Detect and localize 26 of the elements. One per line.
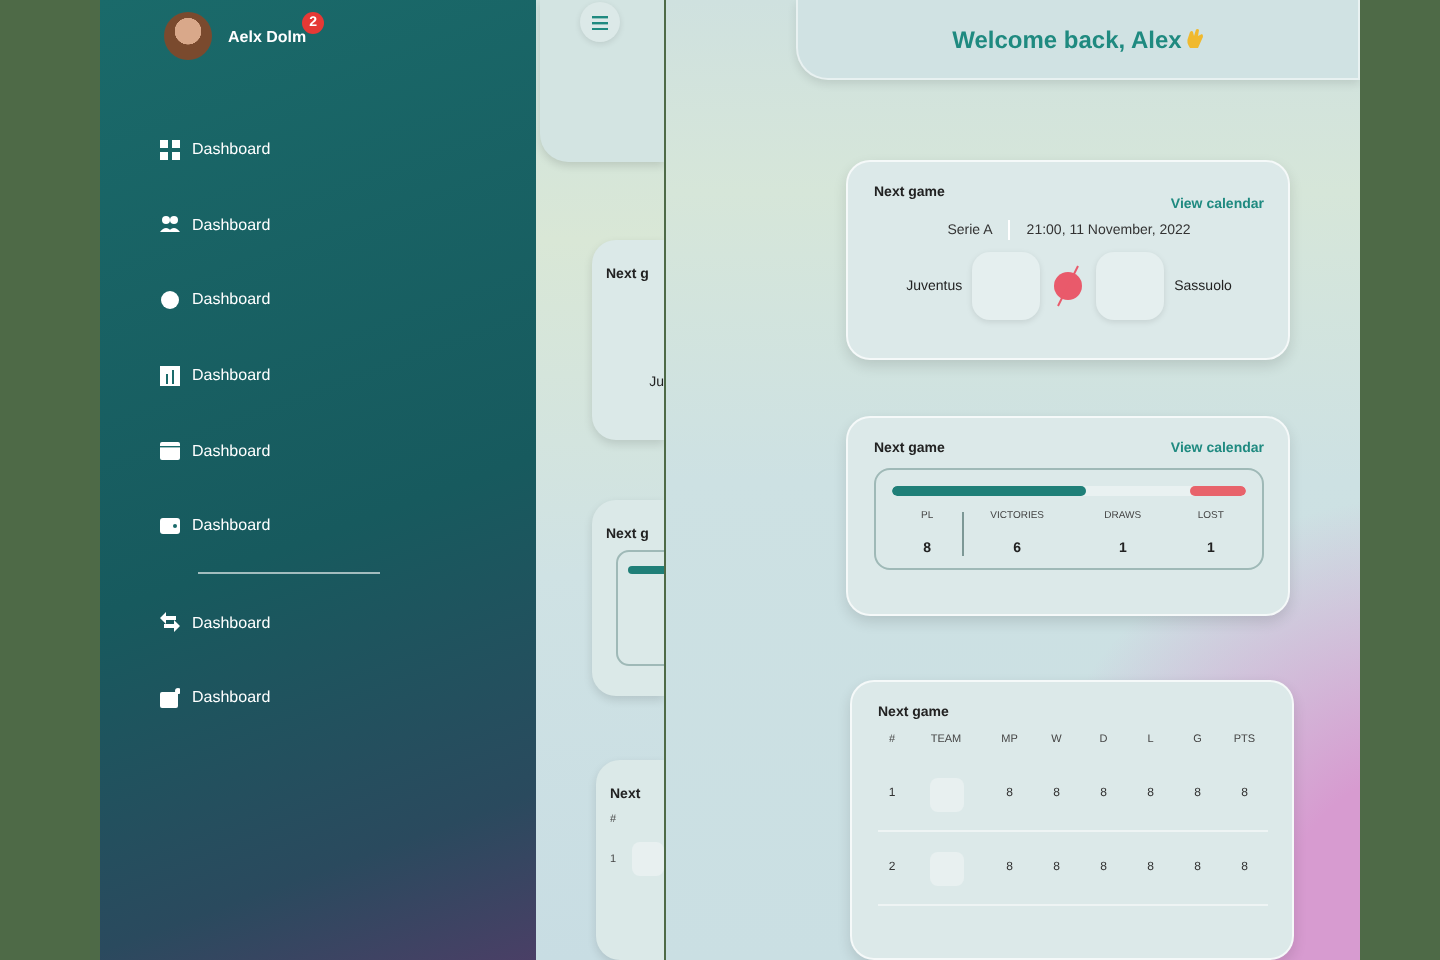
transfer-icon	[160, 612, 180, 633]
chat-icon	[160, 289, 180, 310]
mail-icon	[160, 687, 180, 708]
team-logo-placeholder	[972, 252, 1041, 320]
sidebar-item[interactable]: Dashboard	[160, 585, 536, 661]
sidebar-item[interactable]: Dashboard	[160, 487, 536, 564]
sidebar-item[interactable]: Dashboard	[160, 262, 536, 338]
grid-icon	[160, 139, 180, 160]
welcome-title: Welcome back, Alex	[952, 25, 1182, 53]
sidebar-item[interactable]: Dashboard	[160, 412, 536, 488]
sidebar-item[interactable]: Dashboard	[160, 337, 536, 413]
sidebar-item[interactable]: Dashboard	[160, 660, 536, 736]
sidebar-item[interactable]: Dashboard	[160, 112, 536, 188]
calendar-icon	[160, 440, 180, 461]
sidebar-item[interactable]: Dashboard	[160, 187, 536, 263]
stats-box-drawing	[616, 550, 664, 666]
versus-icon	[1050, 264, 1087, 308]
menu-icon	[592, 15, 608, 29]
wallet-icon	[160, 515, 180, 536]
people-icon	[160, 214, 180, 235]
waving-hand-icon	[1185, 28, 1204, 50]
chart-icon	[160, 365, 180, 386]
avatar	[164, 12, 212, 60]
team-logo-placeholder	[1096, 252, 1165, 320]
menu-button[interactable]	[580, 2, 620, 42]
team-logo-placeholder	[632, 842, 664, 876]
